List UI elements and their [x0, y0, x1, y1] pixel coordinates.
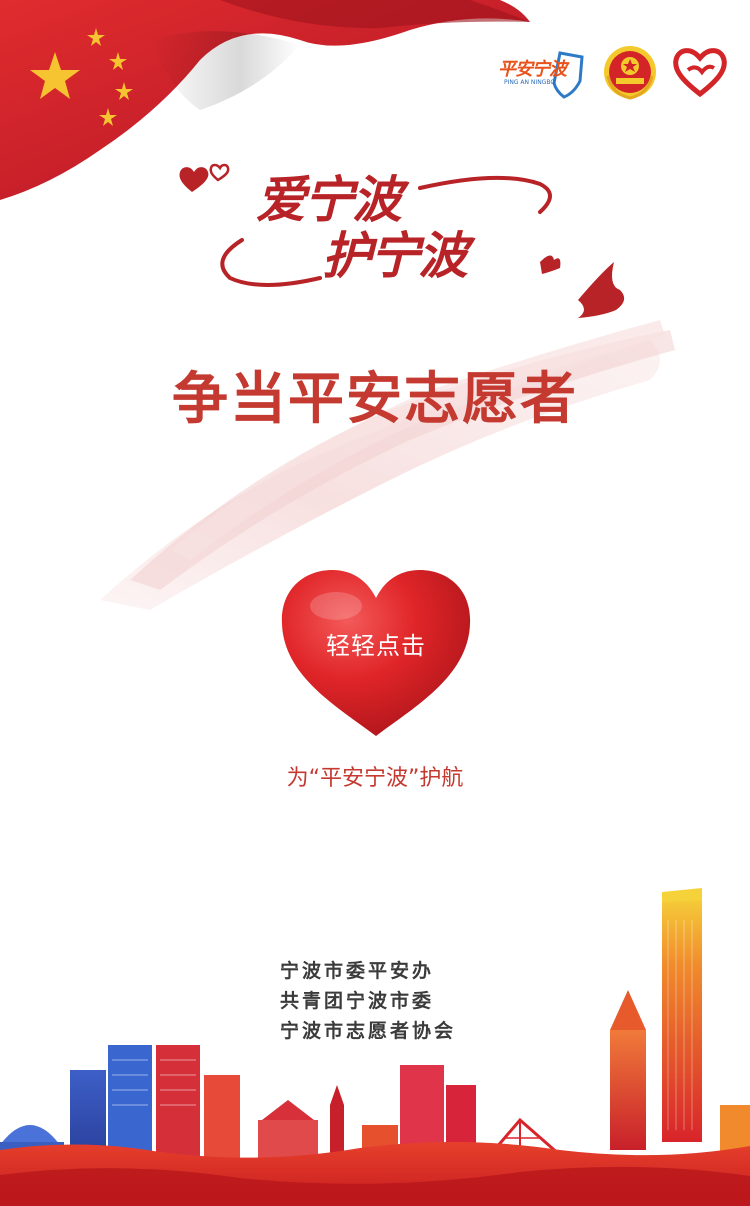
youth-league-emblem-icon	[604, 46, 656, 100]
pingan-ningbo-logo: 平安宁波 PING AN NINGBO	[498, 47, 588, 99]
organizer-3: 宁波市志愿者协会	[280, 1020, 457, 1042]
pingan-logo-text: 平安宁波	[498, 59, 567, 80]
partner-logos: 平安宁波 PING AN NINGBO	[498, 44, 728, 100]
organizers-list: 宁波市委平安办 共青团宁波市委 宁波市志愿者协会	[280, 956, 510, 1046]
poster-page: 平安宁波 PING AN NINGBO 爱宁波 护宁波 争当平安志愿者 轻轻点击…	[0, 0, 750, 1206]
heart-caption: 为“平安宁波”护航	[286, 766, 464, 791]
heart-button-label: 轻轻点击	[326, 632, 426, 660]
pingan-logo-subtext: PING AN NINGBO	[504, 79, 556, 86]
tap-heart-button[interactable]: 轻轻点击	[276, 566, 476, 746]
page-title: 争当平安志愿者	[172, 367, 578, 432]
slogan-line-2: 护宁波	[322, 226, 468, 285]
organizer-2: 共青团宁波市委	[280, 990, 435, 1012]
volunteer-heart-icon	[673, 48, 727, 98]
organizer-1: 宁波市委平安办	[280, 960, 435, 982]
